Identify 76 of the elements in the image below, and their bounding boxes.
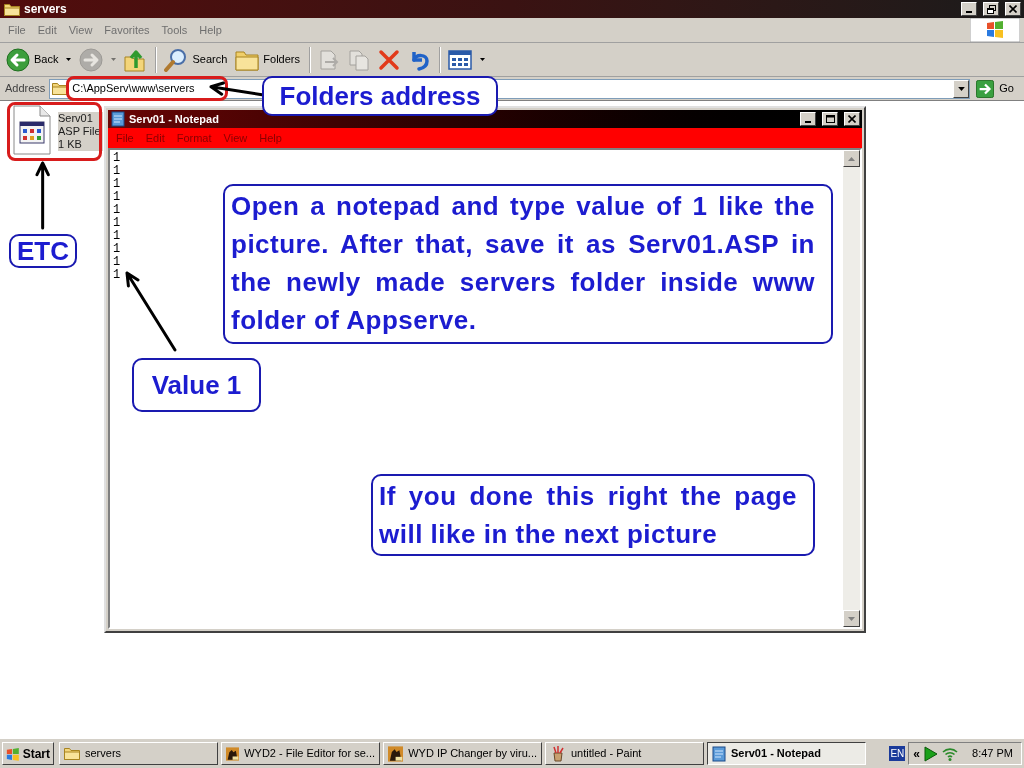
caret-down-icon xyxy=(848,616,855,621)
folder-icon xyxy=(4,2,20,16)
notepad-icon xyxy=(111,111,125,127)
taskbar-button[interactable]: WYD IP Changer by viru... xyxy=(383,742,542,765)
annotation-callout: ETC xyxy=(9,234,77,268)
app-icon xyxy=(388,745,404,762)
text-line: 1 xyxy=(113,178,121,191)
text-line: 1 xyxy=(113,256,121,269)
taskbar-button[interactable]: WYD2 - File Editor for se... xyxy=(221,742,380,765)
go-arrow-icon xyxy=(976,79,995,98)
taskbar-button[interactable]: servers xyxy=(59,742,218,765)
caret-icon xyxy=(480,58,485,61)
dropdown-button[interactable] xyxy=(953,79,970,98)
back-button[interactable]: Back xyxy=(3,44,75,75)
caret-icon xyxy=(111,58,117,61)
text-line: 1 xyxy=(113,230,121,243)
pointer-arrow xyxy=(35,161,51,230)
restore-icon xyxy=(986,4,996,14)
clock: 8:47 PM xyxy=(972,746,1013,762)
close-icon xyxy=(1009,5,1017,13)
text-line: 1 xyxy=(113,204,121,217)
taskbar-button[interactable]: untitled - Paint xyxy=(545,742,704,765)
play-icon xyxy=(924,745,939,762)
annotation-callout: Value 1 xyxy=(132,358,261,412)
text-line: 1 xyxy=(113,191,121,204)
taskbar-button[interactable]: Serv01 - Notepad xyxy=(707,742,866,765)
folder-icon xyxy=(64,747,80,760)
folder-icon xyxy=(235,48,260,71)
address-label: Address xyxy=(5,81,46,97)
text-line: 1 xyxy=(113,217,121,230)
file-type: ASP File xyxy=(58,125,103,138)
wireless-signal-icon xyxy=(942,745,959,762)
text-line: 1 xyxy=(113,152,121,165)
folders-button[interactable]: Folders xyxy=(232,44,303,75)
flag-logo-icon xyxy=(6,745,20,762)
minimize-button[interactable] xyxy=(800,112,816,126)
maximize-button[interactable] xyxy=(822,112,838,126)
caret-icon xyxy=(66,58,72,61)
asp-file-icon xyxy=(12,105,52,155)
close-button[interactable] xyxy=(844,112,860,126)
scroll-up-button[interactable] xyxy=(843,150,860,167)
file-name[interactable]: Serv01 xyxy=(58,112,103,125)
maximize-icon xyxy=(825,115,835,123)
window-title: Serv01 - Notepad xyxy=(129,113,219,125)
paint-cup-icon xyxy=(550,745,566,762)
tray-expand-button[interactable]: « xyxy=(913,747,921,760)
scroll-down-button[interactable] xyxy=(843,610,860,627)
text-line: 1 xyxy=(113,269,121,282)
folder-up-arrow-icon xyxy=(124,47,147,72)
annotation-callout: If you done this right the page will like in the next picture xyxy=(371,474,815,556)
close-button[interactable] xyxy=(1005,2,1021,16)
annotation-callout: Open a notepad and type value of 1 like the picture. After that, save it as Serv01.ASP in the newly made servers folder inside www folder of Appserve. xyxy=(223,184,833,344)
text-line: 1 xyxy=(113,165,121,178)
caret-icon xyxy=(957,86,965,91)
search-icon xyxy=(164,47,189,72)
folder-icon xyxy=(52,82,69,95)
text-line: 1 xyxy=(113,243,121,256)
close-icon xyxy=(848,115,856,123)
window-title: servers xyxy=(24,3,67,15)
grid-view-icon xyxy=(448,49,472,70)
notepad-icon xyxy=(712,745,726,762)
file-size: 1 KB xyxy=(58,138,103,151)
search-button[interactable]: Search xyxy=(161,44,231,75)
pointer-arrow xyxy=(209,81,264,97)
minimize-button[interactable] xyxy=(961,2,977,16)
restore-button[interactable] xyxy=(983,2,999,16)
documents-icon xyxy=(348,48,370,71)
app-icon xyxy=(226,745,240,762)
language-indicator[interactable]: EN xyxy=(889,746,906,761)
go-button[interactable]: Go xyxy=(974,78,1020,99)
delete-icon xyxy=(378,48,400,71)
document-arrow-icon xyxy=(318,48,340,71)
annotation-callout: Folders address xyxy=(262,76,498,116)
scrollbar[interactable] xyxy=(843,150,860,627)
caret-up-icon xyxy=(848,156,855,161)
start-button[interactable]: Start xyxy=(2,742,54,765)
